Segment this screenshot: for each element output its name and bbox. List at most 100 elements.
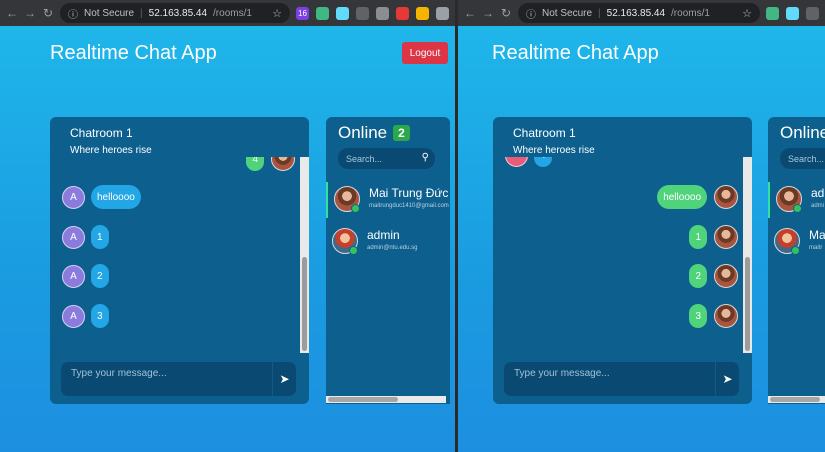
user-list-item[interactable]: admin admin@ntu.edu.sg [326,224,450,260]
chatroom-header: Chatroom 1 Where heroes rise [513,126,595,156]
chat-app: Realtime Chat App Logout Chatroom 1 Wher… [0,26,455,452]
info-icon[interactable]: ⓘ [526,6,536,21]
avatar [714,185,738,209]
info-icon[interactable]: ⓘ [68,6,78,21]
back-icon[interactable]: ← [6,6,18,20]
user-email: maitrungduc1410@gmail.com [369,203,449,209]
user-list-item[interactable]: Mai Trung Đức maitrungduc1410@gmail.com [326,182,450,218]
user-list-item[interactable]: Ma maitr [768,224,825,260]
message-item: A 1 [62,225,109,249]
react-icon[interactable] [786,6,799,20]
message-item: 3 [689,304,738,328]
user-email: admi [811,203,825,209]
message-item: 2 [689,264,738,288]
logout-button[interactable]: Logout [402,42,448,64]
address-bar[interactable]: ⓘ Not Secure | 52.163.85.44/rooms/1 ☆ [60,3,290,23]
send-icon[interactable]: ➤ [272,362,296,396]
avatar: A [62,225,85,249]
url-host: 52.163.85.44 [148,7,208,19]
message-bubble: 1 [689,225,707,249]
user-list-item[interactable]: adm admi [768,182,825,218]
horizontal-scrollbar[interactable] [326,396,446,403]
camera-icon[interactable] [806,6,819,20]
user-search-input[interactable] [780,148,825,169]
user-search: ⚲ [338,148,435,169]
user-name: admin [367,228,400,242]
browser-window-left: ← → ↻ ⓘ Not Secure | 52.163.85.44/rooms/… [0,0,455,452]
bookmark-star-icon[interactable]: ☆ [272,7,282,20]
online-count-badge: 2 [393,125,410,141]
message-input[interactable] [504,362,715,396]
yellow-extension-icon[interactable] [416,6,429,20]
message-bubble: 4 [246,157,264,171]
online-status-dot [349,246,358,255]
user-name: adm [811,186,825,200]
avatar [271,157,295,171]
message-item: helloooo [657,185,738,209]
message-bubble: 4 [534,157,552,167]
message-partial: 4 [246,157,295,171]
security-label: Not Secure [542,7,593,19]
security-label: Not Secure [84,7,135,19]
search-icon[interactable]: ⚲ [422,152,429,163]
browser-window-right: ← → ↻ ⓘ Not Secure | 52.163.85.44/rooms/… [458,0,825,452]
avatar: A [62,304,85,328]
messages-scrollbar[interactable] [743,157,752,353]
url-separator: | [140,7,143,19]
video-icon[interactable] [376,6,389,20]
message-item: A helloooo [62,185,141,209]
message-bubble: 1 [91,225,109,249]
browser-toolbar: ← → ↻ ⓘ Not Secure | 52.163.85.44/rooms/… [458,0,825,26]
purple-extension-icon[interactable]: 16 [296,6,309,20]
message-partial: 4 [505,157,552,167]
scroll-thumb[interactable] [745,257,750,351]
message-list[interactable]: 4 A helloooo A 1 A 2 A 3 [50,157,300,353]
red-record-icon[interactable] [396,6,409,20]
reload-icon[interactable]: ↻ [500,6,512,20]
room-name: Chatroom 1 [70,126,133,140]
user-email: maitr [809,245,823,251]
room-name: Chatroom 1 [513,126,576,140]
camera-icon[interactable] [356,6,369,20]
message-input[interactable] [61,362,272,396]
browser-toolbar: ← → ↻ ⓘ Not Secure | 52.163.85.44/rooms/… [0,0,455,26]
address-bar[interactable]: ⓘ Not Secure | 52.163.85.44/rooms/1 ☆ [518,3,760,23]
scroll-thumb[interactable] [328,397,398,402]
scroll-thumb[interactable] [302,257,307,351]
puzzle-icon[interactable] [436,6,449,20]
chat-app: Realtime Chat App Chatroom 1 Where heroe… [458,26,825,452]
send-icon[interactable]: ➤ [715,362,739,396]
vue-icon[interactable] [766,6,779,20]
back-icon[interactable]: ← [464,6,476,20]
online-label: Online [338,123,388,142]
avatar [714,264,738,288]
extensions-bar [766,6,819,20]
forward-icon[interactable]: → [24,6,36,20]
vue-icon[interactable] [316,6,329,20]
user-search-input[interactable] [338,148,418,169]
scroll-thumb[interactable] [770,397,820,402]
app-title: Realtime Chat App [492,42,659,64]
url-path: /rooms/1 [213,7,252,19]
message-bubble: helloooo [91,185,141,209]
message-list[interactable]: 4 helloooo 1 2 3 [493,157,743,353]
forward-icon[interactable]: → [482,6,494,20]
horizontal-scrollbar[interactable] [768,396,825,403]
url-path: /rooms/1 [671,7,710,19]
user-email: admin@ntu.edu.sg [367,245,418,251]
room-description: Where heroes rise [70,145,152,156]
url-separator: | [598,7,601,19]
message-bubble: 2 [91,264,109,288]
online-header: Online [780,123,825,143]
messages-scrollbar[interactable] [300,157,309,353]
avatar [714,304,738,328]
react-icon[interactable] [336,6,349,20]
message-bubble: 3 [91,304,109,328]
reload-icon[interactable]: ↻ [42,6,54,20]
online-header: Online 2 [338,123,410,143]
avatar [505,157,528,167]
user-name: Ma [809,228,825,242]
message-item: A 2 [62,264,109,288]
online-status-dot [351,204,360,213]
bookmark-star-icon[interactable]: ☆ [742,7,752,20]
